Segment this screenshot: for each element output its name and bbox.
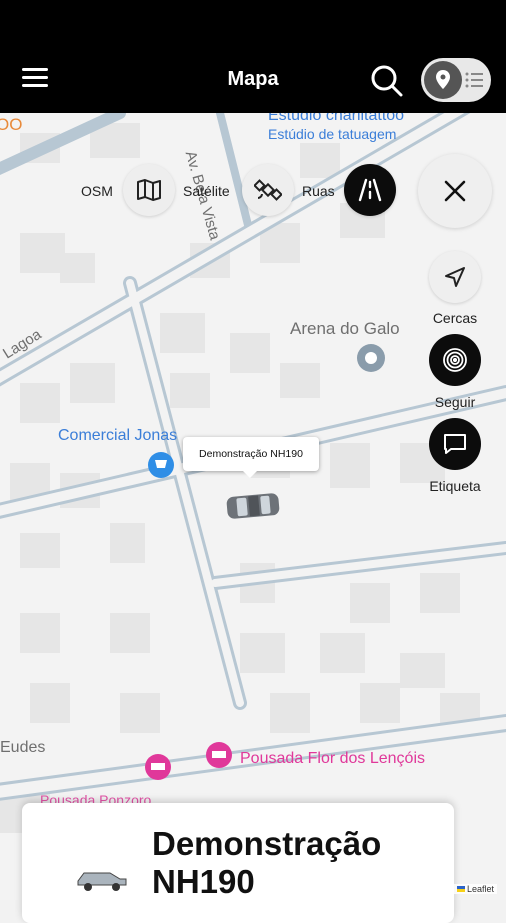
- poi-label-arena: Arena do Galo: [290, 319, 400, 338]
- cercas-button[interactable]: [429, 251, 481, 303]
- vehicle-tooltip[interactable]: Demonstração NH190: [183, 437, 319, 478]
- etiqueta-button[interactable]: [429, 418, 481, 470]
- partial-poi-label: OO: [0, 115, 23, 134]
- message-icon: [444, 434, 466, 454]
- close-layers-button[interactable]: [418, 154, 492, 228]
- layer-label-osm: OSM: [81, 183, 113, 199]
- seguir-label: Seguir: [434, 394, 476, 410]
- layer-satellite-button[interactable]: [242, 164, 294, 216]
- list-icon: [465, 72, 483, 88]
- map-pin-icon: [424, 61, 462, 99]
- road-icon: [358, 178, 382, 202]
- etiqueta-label: Etiqueta: [429, 478, 481, 494]
- layer-label-ruas: Ruas: [302, 183, 335, 199]
- search-icon[interactable]: [370, 64, 404, 98]
- poi-label-comercial: Comercial Jonas: [58, 427, 178, 444]
- layer-osm-button[interactable]: [123, 164, 175, 216]
- vehicle-name: Demonstração NH190: [152, 825, 382, 900]
- navigation-arrow-icon: [445, 267, 465, 287]
- poi-label-pousada-flor: Pousada Flor dos Lençóis: [240, 750, 425, 767]
- poi-label-studio: Estudio charlitattoo: [268, 113, 405, 124]
- car-icon: [77, 872, 127, 891]
- shop-pin-icon: [148, 452, 174, 478]
- seguir-button[interactable]: [429, 334, 481, 386]
- layer-ruas-button[interactable]: [344, 164, 396, 216]
- map-icon: [137, 179, 161, 201]
- map-list-toggle[interactable]: [421, 58, 491, 102]
- map-attribution[interactable]: Leaflet: [454, 884, 498, 894]
- vehicle-info-card[interactable]: Demonstração NH190: [22, 803, 454, 923]
- satellite-icon: [254, 179, 282, 201]
- map-view[interactable]: OO Estudio charlitattoo Estúdio de tatua…: [0, 113, 506, 900]
- attribution-text[interactable]: Leaflet: [467, 884, 494, 894]
- place-label-eudes: Eudes: [0, 739, 46, 756]
- flag-icon: [457, 886, 465, 892]
- poi-sublabel-studio: Estúdio de tatuagem: [268, 126, 397, 142]
- arena-pin-icon: [357, 344, 385, 372]
- fingerprint-icon: [443, 348, 467, 372]
- cercas-label: Cercas: [432, 310, 478, 326]
- close-icon: [444, 180, 466, 202]
- vehicle-car-icon: [226, 493, 280, 519]
- layer-label-satellite: Satélite: [183, 183, 230, 199]
